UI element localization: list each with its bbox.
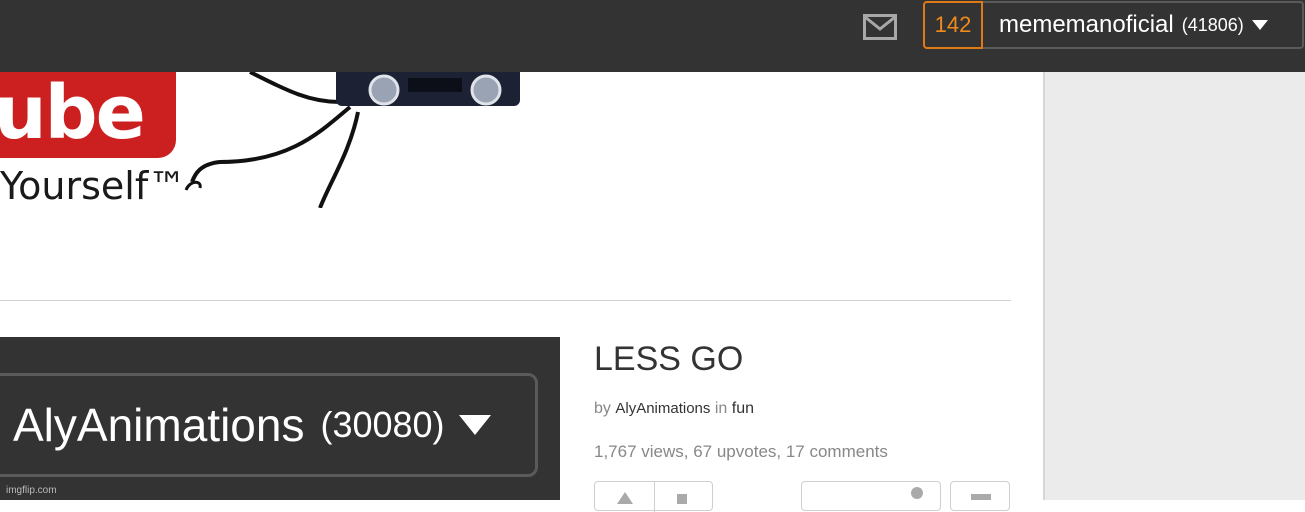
username-label: mememanoficial — [999, 11, 1174, 38]
more-options-button[interactable] — [950, 481, 1010, 511]
downvote-icon[interactable] — [677, 494, 687, 504]
post-title[interactable]: LESS GO — [594, 340, 743, 379]
post-divider — [0, 300, 1011, 301]
imgflip-watermark: imgflip.com — [6, 485, 57, 496]
post-thumbnail[interactable]: AlyAnimations (30080) imgflip.com — [0, 337, 560, 500]
upvote-icon[interactable] — [617, 492, 633, 504]
meme-image[interactable]: ube Yourself™ — [0, 72, 560, 208]
post-author-link[interactable]: AlyAnimations — [615, 400, 710, 417]
youtube-logo-image: ube — [0, 72, 176, 158]
notification-count-badge[interactable]: 142 — [923, 1, 983, 49]
post-category-link[interactable]: fun — [732, 400, 754, 417]
user-menu-button[interactable]: mememanoficial (41806) — [983, 1, 1304, 49]
menu-icon — [971, 494, 991, 500]
comment-button[interactable] — [801, 481, 941, 511]
right-sidebar — [1043, 72, 1305, 500]
caret-down-icon — [458, 415, 491, 435]
thumbnail-user-menu: AlyAnimations (30080) — [0, 373, 538, 477]
youtube-tagline-text: Yourself™ — [0, 164, 187, 208]
post-byline: by AlyAnimations in fun — [594, 400, 755, 417]
user-points-label: (41806) — [1181, 14, 1244, 35]
caret-down-icon — [1251, 20, 1268, 30]
top-navigation-bar: 142 mememanoficial (41806) — [0, 0, 1305, 72]
post-stats: 1,767 views, 67 upvotes, 17 comments — [594, 442, 888, 461]
comment-icon — [911, 487, 923, 499]
mail-icon[interactable] — [863, 14, 897, 40]
vote-buttons[interactable] — [594, 481, 713, 512]
boombox-image — [336, 72, 520, 106]
